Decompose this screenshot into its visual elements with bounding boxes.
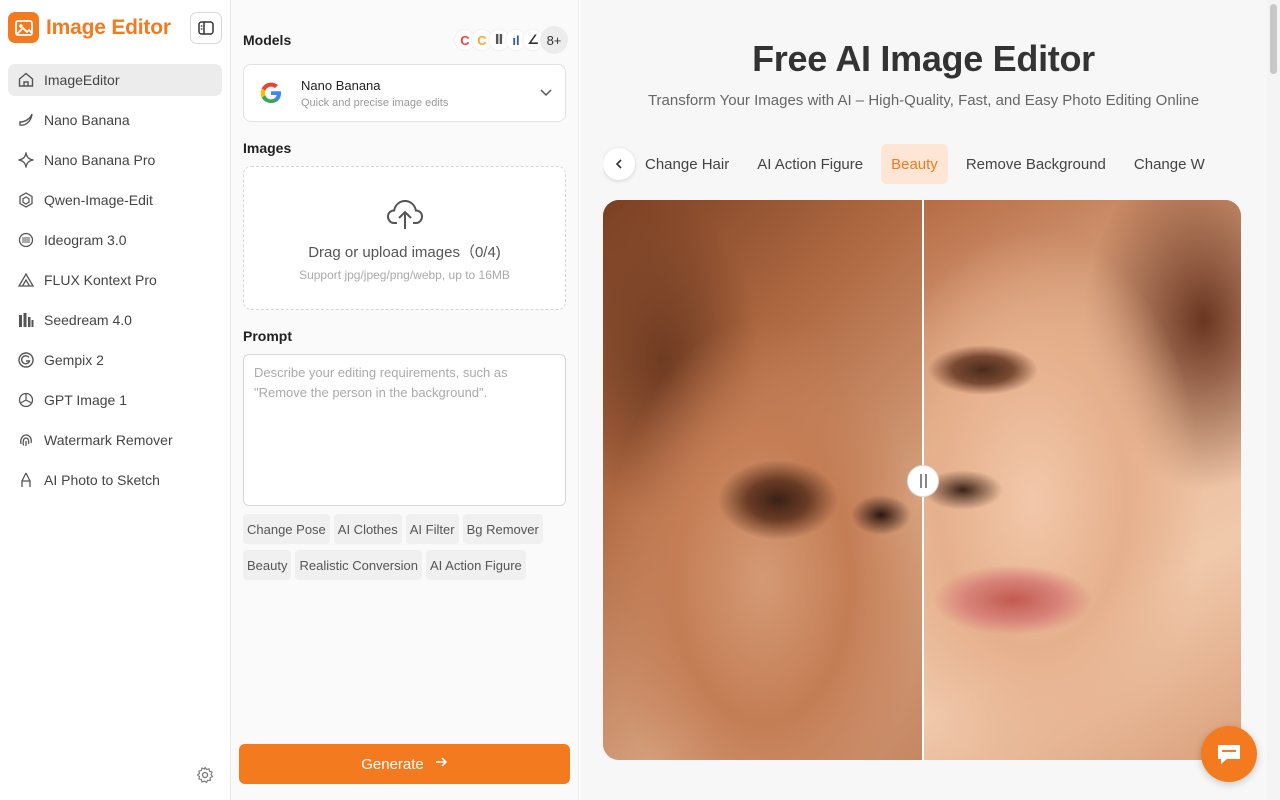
model-select[interactable]: Nano Banana Quick and precise image edit…: [243, 64, 566, 122]
fingerprint-icon: [16, 430, 36, 450]
tab-change-hair[interactable]: Change Hair: [635, 144, 739, 184]
google-icon: [256, 78, 286, 108]
collapse-sidebar-button[interactable]: [190, 12, 222, 44]
sidebar-item-label: Nano Banana Pro: [44, 152, 156, 168]
sidebar-item-label: Nano Banana: [44, 112, 130, 128]
pencil-icon: [16, 470, 36, 490]
generate-label: Generate: [361, 755, 424, 773]
model-name: Nano Banana: [301, 77, 381, 93]
main-content: Free AI Image Editor Transform Your Imag…: [580, 0, 1267, 800]
chevron-down-icon: [539, 85, 553, 104]
upload-text: Drag or upload images（0/4): [308, 244, 501, 261]
sidebar: Image Editor ImageEditor Nano Banana Nan…: [0, 0, 231, 800]
gempix-icon: [16, 350, 36, 370]
flux-icon: [16, 270, 36, 290]
before-after-comparison[interactable]: [603, 200, 1241, 760]
openai-icon: [16, 390, 36, 410]
sidebar-toggle-icon: [198, 21, 214, 35]
sidebar-item-qwen-image-edit[interactable]: Qwen-Image-Edit: [8, 184, 222, 216]
sidebar-item-flux-kontext-pro[interactable]: FLUX Kontext Pro: [8, 264, 222, 296]
tabs-prev-button[interactable]: [603, 148, 635, 180]
chat-icon: [1218, 745, 1240, 764]
suggestion-chip[interactable]: Change Pose: [243, 514, 330, 544]
comparison-slider-handle[interactable]: [907, 465, 939, 497]
prompt-title: Prompt: [243, 328, 292, 344]
chevron-left-icon: [615, 159, 622, 169]
suggestion-chip[interactable]: Beauty: [243, 550, 292, 580]
models-title: Models: [243, 32, 292, 48]
settings-button[interactable]: [194, 764, 216, 786]
after-image: [923, 200, 1241, 760]
suggestion-chip[interactable]: AI Clothes: [333, 514, 402, 544]
sidebar-item-label: Gempix 2: [44, 352, 104, 368]
editor-panel: Models C C Ⅱ ıl ∠ 8+ Nano Banana Quick a…: [231, 0, 579, 800]
prompt-suggestions: Change Pose AI Clothes AI Filter Bg Remo…: [243, 514, 573, 580]
prompt-input[interactable]: [243, 354, 566, 506]
before-image: [603, 200, 923, 760]
tab-remove-background[interactable]: Remove Background: [956, 144, 1116, 184]
brand-name: Image Editor: [46, 15, 171, 39]
sidebar-item-gempix[interactable]: Gempix 2: [8, 344, 222, 376]
chat-support-button[interactable]: [1201, 726, 1257, 782]
sidebar-item-label: Watermark Remover: [44, 432, 173, 448]
sidebar-item-label: AI Photo to Sketch: [44, 472, 160, 488]
image-editor-logo-icon: [8, 12, 39, 43]
sidebar-item-nano-banana[interactable]: Nano Banana: [8, 104, 222, 136]
model-badges[interactable]: C C Ⅱ ıl ∠ 8+: [454, 26, 568, 54]
qwen-icon: [16, 190, 36, 210]
images-title: Images: [243, 140, 292, 156]
brand[interactable]: Image Editor: [8, 12, 171, 43]
cloud-upload-icon: [244, 197, 565, 231]
image-upload-dropzone[interactable]: Drag or upload images（0/4) Support jpg/j…: [243, 166, 566, 310]
sidebar-item-label: FLUX Kontext Pro: [44, 272, 157, 288]
ideogram-icon: [16, 230, 36, 250]
sidebar-item-ai-photo-to-sketch[interactable]: AI Photo to Sketch: [8, 464, 222, 496]
sidebar-item-watermark-remover[interactable]: Watermark Remover: [8, 424, 222, 456]
page-title: Free AI Image Editor: [752, 38, 1095, 79]
sidebar-item-imageeditor[interactable]: ImageEditor: [8, 64, 222, 96]
bars-icon: [16, 310, 36, 330]
gear-icon: [196, 766, 214, 784]
banana-icon: [16, 110, 36, 130]
suggestion-chip[interactable]: AI Action Figure: [425, 550, 526, 580]
sidebar-nav: ImageEditor Nano Banana Nano Banana Pro …: [8, 64, 222, 504]
upload-hint: Support jpg/jpeg/png/webp, up to 16MB: [299, 268, 510, 282]
tab-ai-action-figure[interactable]: AI Action Figure: [747, 144, 873, 184]
sidebar-item-seedream[interactable]: Seedream 4.0: [8, 304, 222, 336]
sidebar-item-label: Seedream 4.0: [44, 312, 132, 328]
page-subtitle: Transform Your Images with AI – High-Qua…: [647, 92, 1200, 109]
suggestion-chip[interactable]: AI Filter: [405, 514, 459, 544]
sidebar-item-nano-banana-pro[interactable]: Nano Banana Pro: [8, 144, 222, 176]
tab-change-w[interactable]: Change W: [1124, 144, 1215, 184]
generate-button[interactable]: Generate: [239, 744, 570, 784]
sidebar-item-label: ImageEditor: [44, 72, 120, 88]
page-scrollbar[interactable]: [1267, 0, 1280, 800]
more-models-badge[interactable]: 8+: [540, 26, 568, 54]
sidebar-item-gpt-image[interactable]: GPT Image 1: [8, 384, 222, 416]
scrollbar-thumb[interactable]: [1270, 4, 1277, 74]
sidebar-item-label: Qwen-Image-Edit: [44, 192, 153, 208]
arrow-right-icon: [434, 755, 448, 773]
sparkle-icon: [16, 150, 36, 170]
tab-beauty[interactable]: Beauty: [881, 144, 948, 184]
suggestion-chip[interactable]: Bg Remover: [462, 514, 543, 544]
sidebar-item-label: GPT Image 1: [44, 392, 128, 408]
model-description: Quick and precise image edits: [301, 96, 449, 109]
sidebar-item-label: Ideogram 3.0: [44, 232, 127, 248]
sidebar-item-ideogram[interactable]: Ideogram 3.0: [8, 224, 222, 256]
suggestion-chip[interactable]: Realistic Conversion: [295, 550, 422, 580]
feature-tabs: Change Hair AI Action Figure Beauty Remo…: [603, 144, 1267, 184]
home-icon: [16, 70, 36, 90]
